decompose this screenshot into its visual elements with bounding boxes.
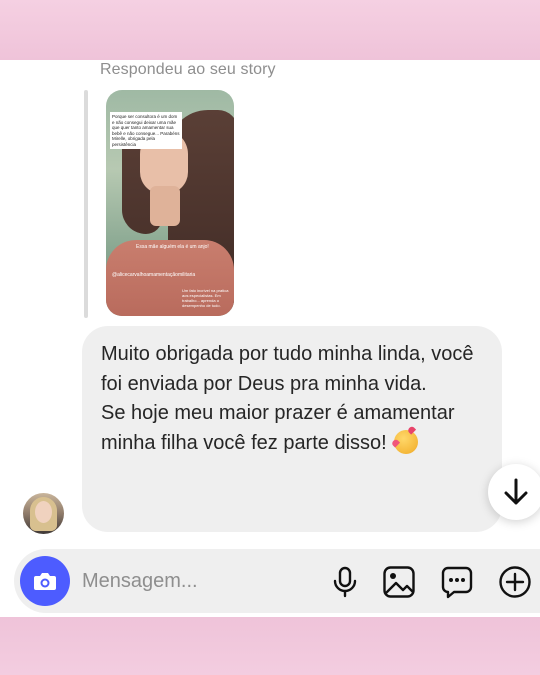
- story-footer-text: Um fato incrível na pratica aos especial…: [182, 288, 229, 308]
- image-icon: [383, 566, 415, 598]
- arrow-down-icon: [504, 478, 528, 505]
- message-text: Muito obrigada por tudo minha linda, voc…: [101, 340, 486, 458]
- microphone-icon: [333, 566, 357, 598]
- sticker-button[interactable]: [440, 565, 474, 599]
- story-note-text: Porque ser consultora é um dom e não con…: [110, 112, 182, 149]
- camera-button[interactable]: [20, 556, 70, 606]
- smiling-face-with-hearts-icon: [394, 429, 419, 454]
- story-mention-tag: @alicecarvalhoamamentaçãomilitaria: [112, 272, 196, 278]
- message-paragraph: Se hoje meu maior prazer é amamentar min…: [101, 399, 486, 458]
- message-paragraph: Muito obrigada por tudo minha linda, voc…: [101, 343, 474, 395]
- bottom-pink-frame: [0, 617, 540, 675]
- sender-avatar[interactable]: [23, 493, 64, 534]
- scroll-to-bottom-button[interactable]: [488, 464, 540, 520]
- message-composer: [14, 549, 540, 613]
- add-button[interactable]: [498, 565, 532, 599]
- reply-quote-bar: [84, 90, 88, 318]
- story-reply-label: Respondeu ao seu story: [100, 61, 276, 78]
- top-pink-frame: [0, 0, 540, 60]
- plus-circle-icon: [499, 566, 531, 598]
- story-caption: Essa mãe alguém ela é um anjo!: [136, 244, 209, 250]
- camera-icon: [34, 573, 56, 590]
- gallery-button[interactable]: [382, 565, 416, 599]
- chat-bubble-dots-icon: [441, 566, 473, 599]
- received-message-bubble[interactable]: Muito obrigada por tudo minha linda, voc…: [82, 326, 502, 532]
- story-thumbnail[interactable]: Porque ser consultora é um dom e não con…: [106, 90, 234, 316]
- message-input[interactable]: [82, 569, 302, 593]
- chat-screen: Respondeu ao seu story Porque ser consul…: [0, 60, 540, 617]
- microphone-button[interactable]: [328, 565, 362, 599]
